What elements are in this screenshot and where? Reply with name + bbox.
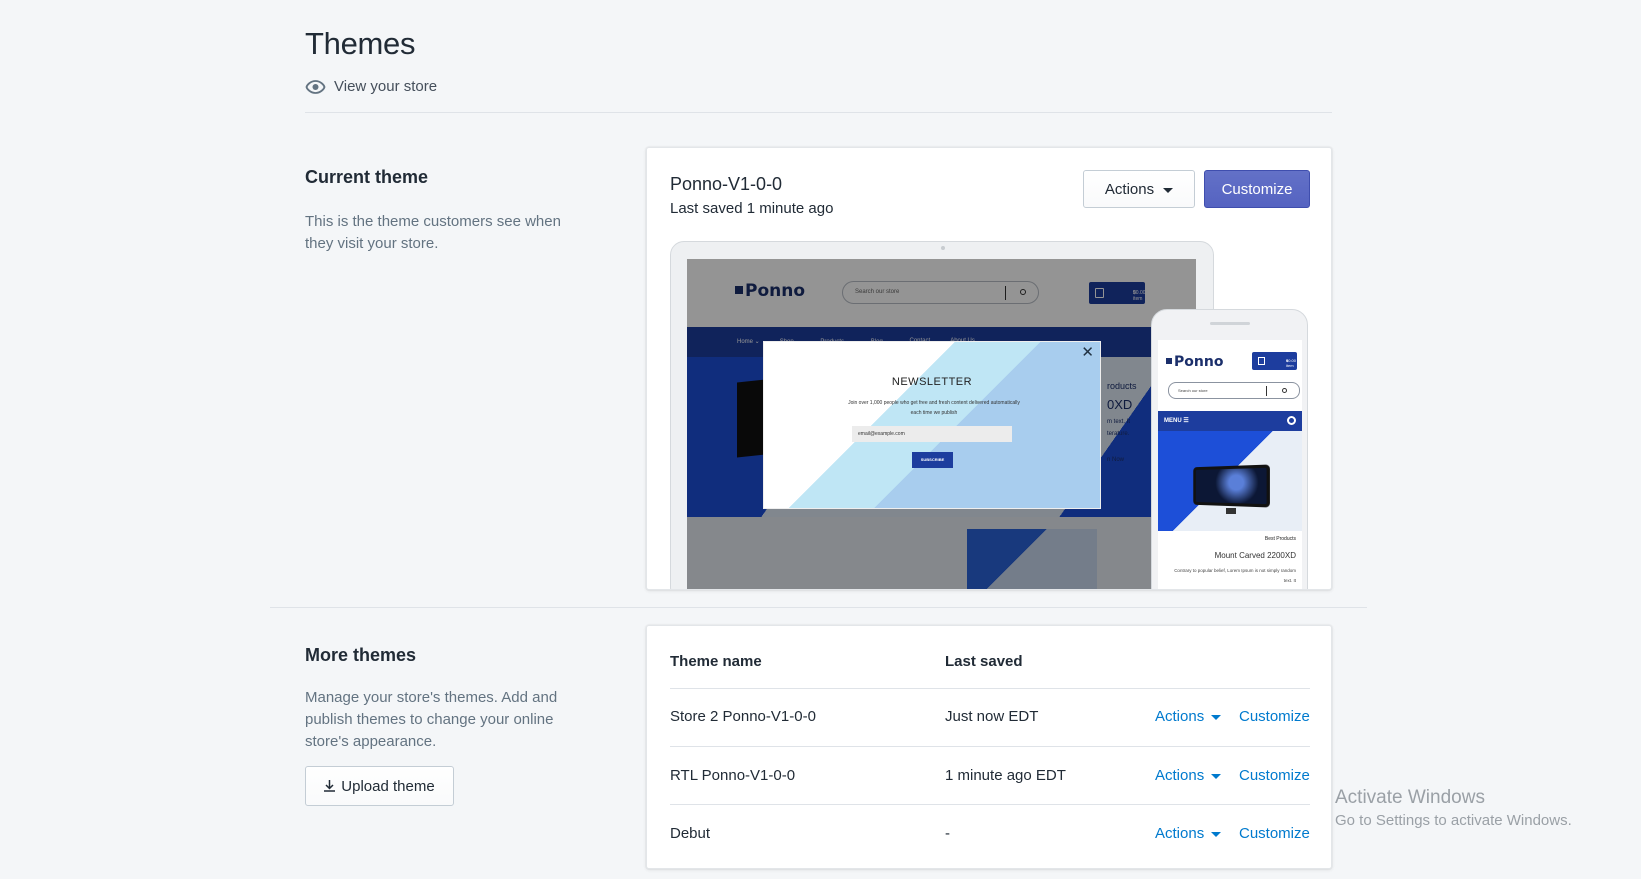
theme-row-name: Debut bbox=[670, 825, 711, 842]
bag-icon bbox=[1258, 357, 1265, 365]
customize-button[interactable]: Customize bbox=[1204, 170, 1310, 208]
mobile-logo: Ponno bbox=[1166, 354, 1223, 370]
gear-icon bbox=[1287, 416, 1296, 425]
theme-row-saved: 1 minute ago EDT bbox=[945, 767, 1066, 784]
view-store-link[interactable]: View your store bbox=[305, 78, 437, 95]
monitor-stand bbox=[1226, 508, 1236, 514]
newsletter-popup: ✕ NEWSLETTER Join over 1,000 people who … bbox=[763, 341, 1101, 509]
caret-down-icon bbox=[1163, 187, 1174, 193]
row-customize-link[interactable]: Customize bbox=[1239, 825, 1310, 842]
current-theme-name: Ponno-V1-0-0 bbox=[670, 174, 783, 194]
row-customize-link[interactable]: Customize bbox=[1239, 767, 1310, 784]
current-theme-card: Ponno-V1-0-0 Last saved 1 minute ago Act… bbox=[646, 147, 1332, 590]
more-themes-title: More themes bbox=[305, 645, 417, 665]
mobile-preview-screen: Ponno 0 item $0.00 Search our store MENU … bbox=[1158, 340, 1302, 589]
page-title: Themes bbox=[305, 26, 416, 61]
current-theme-last-saved: Last saved 1 minute ago bbox=[670, 200, 834, 217]
newsletter-text: Join over 1,000 people who get free and … bbox=[848, 400, 1020, 416]
theme-row-name: Store 2 Ponno-V1-0-0 bbox=[670, 708, 816, 725]
subscribe-button: SUBSCRIBE bbox=[912, 452, 953, 468]
desktop-preview-screen: Ponno Search our store 0 item $0.00 Home … bbox=[687, 259, 1196, 589]
search-icon bbox=[1282, 388, 1287, 393]
section-divider bbox=[270, 607, 1367, 608]
tablet-camera bbox=[941, 246, 945, 250]
phone-speaker bbox=[1210, 322, 1250, 325]
upload-theme-button[interactable]: Upload theme bbox=[305, 766, 454, 806]
caret-down-icon bbox=[1211, 832, 1222, 837]
header-divider bbox=[305, 112, 1332, 113]
desktop-preview: Ponno Search our store 0 item $0.00 Home … bbox=[670, 241, 1214, 589]
windows-watermark-subtitle: Go to Settings to activate Windows. bbox=[1335, 812, 1572, 829]
column-header-theme-name: Theme name bbox=[670, 653, 762, 670]
mobile-search: Search our store bbox=[1168, 382, 1300, 399]
download-icon bbox=[324, 780, 336, 792]
theme-row-saved: Just now EDT bbox=[945, 708, 1039, 725]
mobile-cart: 0 item $0.00 bbox=[1252, 352, 1297, 370]
row-actions-link[interactable]: Actions bbox=[1155, 767, 1222, 784]
row-actions-link[interactable]: Actions bbox=[1155, 825, 1222, 842]
row-customize-link[interactable]: Customize bbox=[1239, 708, 1310, 725]
actions-label: Actions bbox=[1104, 180, 1155, 198]
mobile-menu-label: MENU ☰ bbox=[1164, 418, 1189, 424]
mobile-preview: Ponno 0 item $0.00 Search our store MENU … bbox=[1151, 309, 1308, 589]
current-theme-description: This is the theme customers see when the… bbox=[305, 213, 561, 252]
column-header-last-saved: Last saved bbox=[945, 653, 1023, 670]
more-themes-card: Theme name Last saved Store 2 Ponno-V1-0… bbox=[646, 625, 1332, 869]
mobile-product-title: Mount Carved 2200XD bbox=[1214, 551, 1296, 560]
newsletter-email-field: email@example.com bbox=[852, 426, 1012, 442]
close-icon: ✕ bbox=[1081, 344, 1094, 361]
mobile-product-desc: Contrary to popular belief, Lorem Ipsum … bbox=[1174, 568, 1296, 583]
actions-button[interactable]: Actions bbox=[1083, 170, 1195, 208]
row-divider bbox=[670, 688, 1310, 689]
windows-watermark-title: Activate Windows bbox=[1335, 787, 1485, 808]
view-store-label: View your store bbox=[334, 78, 438, 95]
current-theme-title: Current theme bbox=[305, 167, 429, 187]
newsletter-title: NEWSLETTER bbox=[891, 376, 973, 388]
caret-down-icon bbox=[1211, 715, 1222, 720]
monitor-image bbox=[1193, 464, 1270, 508]
row-divider bbox=[670, 746, 1310, 747]
eye-icon bbox=[305, 79, 326, 94]
caret-down-icon bbox=[1211, 774, 1222, 779]
row-actions-link[interactable]: Actions bbox=[1155, 708, 1222, 725]
more-themes-description: Manage your store's themes. Add and publ… bbox=[305, 689, 558, 750]
upload-theme-label: Upload theme bbox=[341, 777, 435, 795]
theme-row-name: RTL Ponno-V1-0-0 bbox=[670, 767, 796, 784]
theme-row-saved: - bbox=[945, 825, 950, 842]
mobile-product-label: Best Products bbox=[1264, 536, 1296, 542]
row-divider bbox=[670, 804, 1310, 805]
mobile-menu-bar: MENU ☰ bbox=[1158, 411, 1302, 431]
